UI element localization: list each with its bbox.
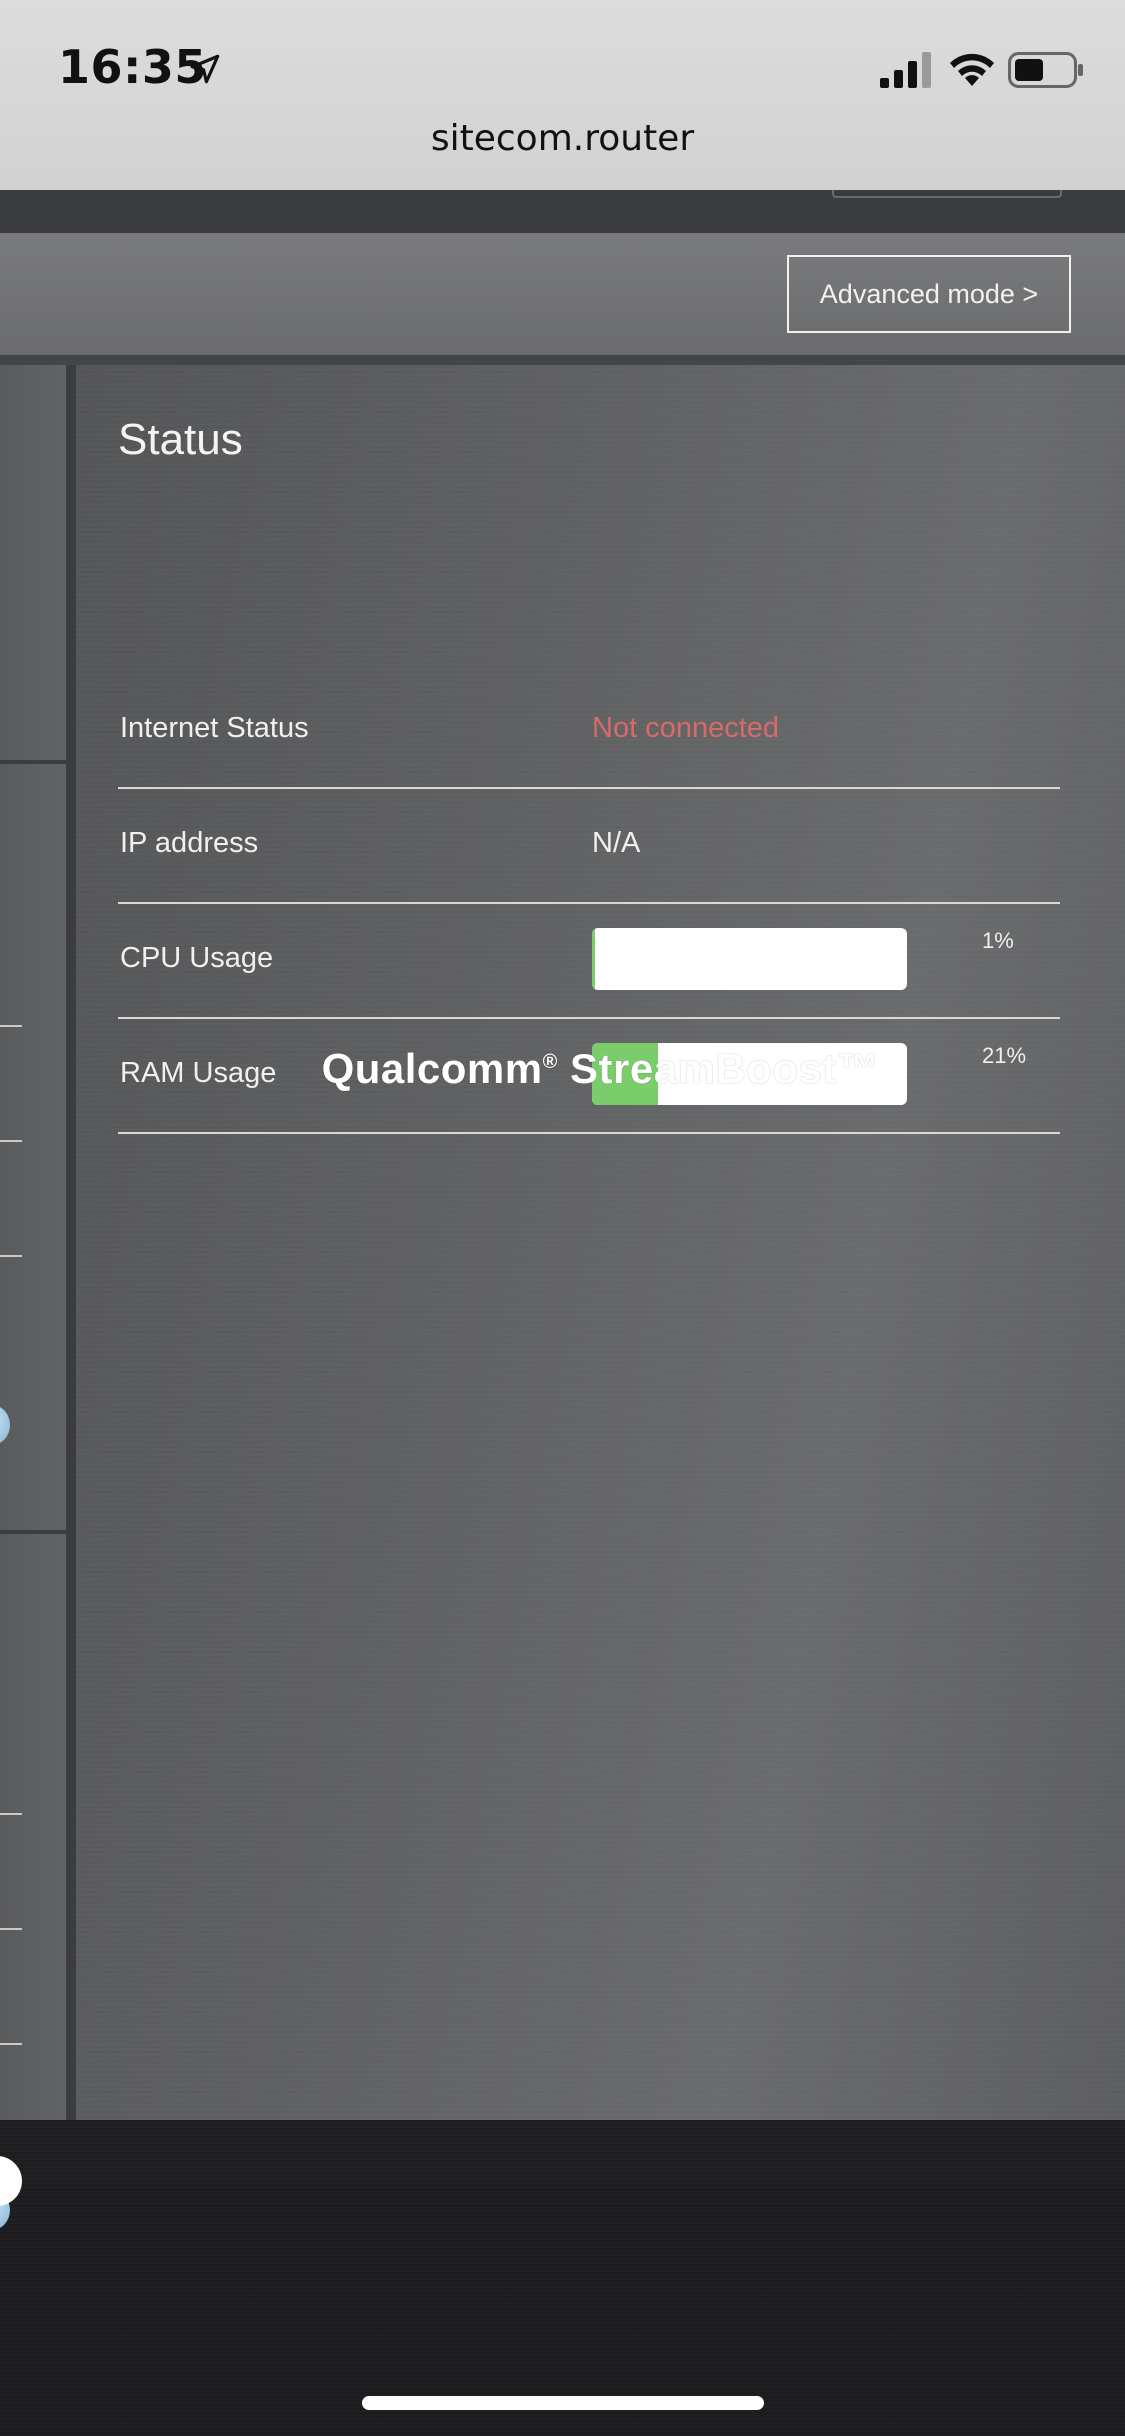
- ip-address-value: N/A: [592, 827, 641, 859]
- ip-address-row: IP address N/A: [118, 787, 1060, 904]
- home-indicator[interactable]: [362, 2396, 764, 2410]
- url-text[interactable]: sitecom.router: [0, 118, 1125, 159]
- status-panel: Status Internet Status Not connected IP …: [76, 365, 1125, 2120]
- left-panel-tick: [0, 1255, 22, 1257]
- advanced-mode-button[interactable]: Advanced mode >: [787, 255, 1071, 333]
- left-panel-toggle-knob[interactable]: [0, 1405, 10, 1445]
- status-title: Status: [118, 415, 243, 464]
- mode-bar: Advanced mode >: [0, 233, 1125, 365]
- cellular-signal-icon: [880, 52, 931, 88]
- cpu-usage-percent: 1%: [982, 928, 1014, 953]
- streamboost-logo: Qualcomm® StreamBoost™: [76, 1045, 1125, 1093]
- status-time: 16:35: [58, 40, 207, 94]
- cpu-usage-fill: [592, 928, 596, 990]
- router-page: Advanced mode > Status Internet Status N…: [0, 190, 1125, 2436]
- left-panel: [0, 365, 76, 2230]
- internet-status-row: Internet Status Not connected: [118, 672, 1060, 789]
- location-arrow-icon: [190, 54, 220, 84]
- left-panel-divider: [0, 1530, 66, 1534]
- internet-status-label: Internet Status: [120, 712, 309, 744]
- logo-name-qualcomm: Qualcomm: [321, 1045, 543, 1092]
- battery-icon: [1008, 52, 1083, 88]
- ip-address-label: IP address: [120, 827, 259, 859]
- internet-status-value: Not connected: [592, 712, 780, 744]
- left-panel-tick: [0, 1025, 22, 1027]
- top-strip: [0, 190, 1125, 233]
- left-panel-tick: [0, 2043, 22, 2045]
- left-panel-tick: [0, 1813, 22, 1815]
- top-strip-tab: [832, 190, 1062, 198]
- logo-name-streamboost: StreamBoost™: [557, 1045, 880, 1092]
- wifi-icon: [950, 53, 994, 86]
- cpu-usage-bar: [592, 928, 907, 990]
- left-panel-tick: [0, 1140, 22, 1142]
- bottom-slider-knob[interactable]: [0, 2156, 22, 2206]
- cpu-usage-label: CPU Usage: [120, 942, 274, 974]
- browser-bar: 16:35 sitecom.router: [0, 0, 1125, 190]
- left-panel-tick: [0, 1928, 22, 1930]
- cpu-usage-row: CPU Usage 1%: [118, 902, 1060, 1019]
- left-panel-divider: [0, 760, 66, 764]
- logo-registered-mark: ®: [542, 1051, 558, 1073]
